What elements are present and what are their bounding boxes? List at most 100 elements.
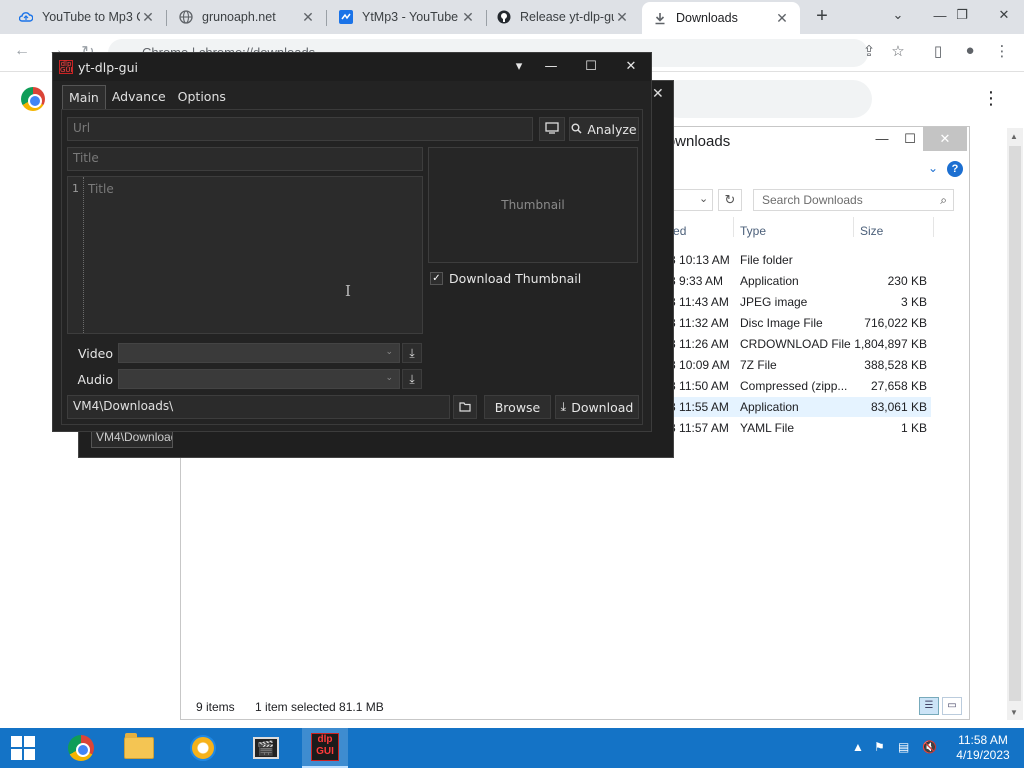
- close-tab-icon[interactable]: ✕: [774, 10, 790, 27]
- download-thumbnail-checkbox[interactable]: ✓ Download Thumbnail: [430, 271, 581, 286]
- back-arrow-icon[interactable]: ←: [10, 42, 34, 64]
- file-explorer-icon: [124, 733, 154, 759]
- system-clock[interactable]: 11:58 AM 4/19/2023: [950, 733, 1016, 763]
- video-format-select[interactable]: ⌄: [118, 343, 400, 363]
- column-header-size[interactable]: Size: [860, 224, 883, 238]
- chrome-menu-icon[interactable]: ⋮: [990, 42, 1014, 64]
- tab-release-yt-dlp-gui[interactable]: Release yt-dlp-gu ✕: [486, 0, 640, 34]
- scroll-up-icon[interactable]: ▲: [1010, 132, 1018, 141]
- browse-button[interactable]: Browse: [484, 395, 551, 419]
- download-video-button[interactable]: ⤓: [402, 343, 422, 363]
- bookmark-star-icon[interactable]: ☆: [886, 42, 910, 64]
- title-bar[interactable]: dlp GUI yt-dlp-gui ▾ — ☐ ✕: [53, 53, 651, 81]
- explorer-scrollbar[interactable]: ▲ ▼: [1007, 128, 1023, 720]
- close-tab-icon[interactable]: ✕: [460, 9, 476, 26]
- tab-grunoaph[interactable]: grunoaph.net ✕: [168, 0, 326, 34]
- details-view-icon[interactable]: ☰: [919, 697, 939, 715]
- file-size: 388,528 KB: [864, 358, 927, 372]
- open-folder-button[interactable]: [453, 395, 477, 419]
- close-icon[interactable]: ✕: [923, 127, 967, 151]
- scroll-down-icon[interactable]: ▼: [1010, 708, 1018, 717]
- tab-downloads[interactable]: Downloads ✕: [642, 2, 800, 34]
- tab-advance[interactable]: Advance: [106, 85, 172, 109]
- search-placeholder: Search Downloads: [762, 193, 863, 207]
- taskbar-video-editor[interactable]: 🎬: [243, 728, 289, 768]
- expand-ribbon-chevron-icon[interactable]: ⌄: [928, 161, 938, 175]
- title-input[interactable]: Title: [67, 147, 423, 171]
- file-row[interactable]: 2023 11:57 AM YAML File 1 KB: [647, 418, 931, 438]
- maximize-icon[interactable]: ☐: [579, 57, 603, 77]
- file-row[interactable]: 2023 11:26 AM CRDOWNLOAD File 1,804,897 …: [647, 334, 931, 354]
- close-tab-icon[interactable]: ✕: [140, 9, 156, 26]
- output-path-input[interactable]: VM4\Downloads\: [67, 395, 450, 419]
- close-window-icon[interactable]: ✕: [984, 0, 1024, 30]
- large-icons-view-icon[interactable]: ▭: [942, 697, 962, 715]
- maximize-icon[interactable]: ☐: [895, 127, 925, 151]
- show-hidden-icons-icon[interactable]: ▲: [852, 740, 864, 754]
- tab-search-chevron-icon[interactable]: ⌄: [878, 0, 918, 30]
- audio-format-select[interactable]: ⌄: [118, 369, 400, 389]
- share-icon[interactable]: ⇪: [857, 42, 881, 64]
- tab-title: Downloads: [676, 11, 738, 25]
- close-tab-icon[interactable]: ✕: [300, 9, 316, 26]
- editor-placeholder: Title: [88, 182, 114, 196]
- monitor-clipboard-button[interactable]: [539, 117, 565, 141]
- tab-bar: Main Advance Options: [62, 85, 232, 109]
- file-row[interactable]: 2023 11:43 AM JPEG image 3 KB: [647, 292, 931, 312]
- file-row[interactable]: 2023 11:32 AM Disc Image File 716,022 KB: [647, 313, 931, 333]
- tab-ytmp3[interactable]: YtMp3 - YouTube ✕: [328, 0, 486, 34]
- file-row[interactable]: 2023 10:13 AM File folder: [647, 250, 931, 270]
- close-icon[interactable]: ✕: [619, 57, 643, 77]
- checkmark-icon[interactable]: ✓: [430, 272, 443, 285]
- help-icon[interactable]: ?: [947, 161, 963, 177]
- file-row[interactable]: 2023 9:33 AM Application 230 KB: [647, 271, 931, 291]
- volume-muted-icon[interactable]: 🔇: [922, 740, 937, 754]
- dropdown-chevron-icon[interactable]: ▾: [507, 57, 531, 77]
- taskbar-vpn[interactable]: [180, 728, 226, 768]
- globe-icon: [178, 9, 194, 25]
- download-audio-button[interactable]: ⤓: [402, 369, 422, 389]
- column-divider[interactable]: [733, 217, 734, 237]
- network-icon[interactable]: ▤: [898, 740, 909, 754]
- file-row[interactable]: 2023 10:09 AM 7Z File 388,528 KB: [647, 355, 931, 375]
- tab-options[interactable]: Options: [172, 85, 232, 109]
- restore-icon[interactable]: ❐: [942, 0, 982, 30]
- download-label: Download: [571, 399, 634, 415]
- scrollbar-thumb[interactable]: [1009, 146, 1021, 701]
- url-input[interactable]: Url: [67, 117, 533, 141]
- column-divider[interactable]: [933, 217, 934, 237]
- minimize-icon[interactable]: —: [867, 127, 897, 151]
- column-header-type[interactable]: Type: [740, 224, 766, 238]
- browse-label: Browse: [494, 399, 541, 415]
- downloads-search-field[interactable]: [660, 80, 872, 118]
- minimize-icon[interactable]: —: [539, 57, 563, 77]
- analyze-button[interactable]: Analyze: [569, 117, 639, 141]
- new-tab-icon[interactable]: +: [811, 6, 833, 28]
- profile-avatar-icon[interactable]: ●: [958, 42, 982, 64]
- description-editor[interactable]: 1 Title: [67, 176, 423, 334]
- column-divider[interactable]: [853, 217, 854, 237]
- tab-youtube-to-mp3[interactable]: YouTube to Mp3 C ✕: [8, 0, 166, 34]
- chevron-down-icon: ⌄: [385, 347, 393, 357]
- tab-main[interactable]: Main: [62, 85, 106, 109]
- taskbar-yt-dlp-gui[interactable]: dlp GUI: [302, 728, 348, 768]
- close-tab-icon[interactable]: ✕: [614, 9, 630, 26]
- taskbar-chrome[interactable]: [58, 728, 104, 768]
- file-row[interactable]: 2023 11:50 AM Compressed (zipp... 27,658…: [647, 376, 931, 396]
- more-options-icon[interactable]: ⋮: [982, 88, 1000, 109]
- refresh-icon[interactable]: ↻: [718, 189, 742, 211]
- close-icon[interactable]: ✕: [652, 85, 664, 102]
- file-row-selected[interactable]: 2023 11:55 AM Application 83,061 KB: [647, 397, 931, 417]
- file-type: CRDOWNLOAD File: [740, 337, 851, 351]
- search-input[interactable]: Search Downloads ⌕: [753, 189, 954, 211]
- start-button[interactable]: [0, 728, 46, 768]
- taskbar-file-explorer[interactable]: [116, 728, 162, 768]
- chevron-down-icon[interactable]: ⌄: [699, 192, 708, 205]
- side-panel-icon[interactable]: ▯: [926, 42, 950, 64]
- download-button[interactable]: ⤓ Download: [555, 395, 639, 419]
- download-icon: [652, 10, 668, 26]
- tab-separator: [326, 10, 327, 26]
- status-selection: 1 item selected 81.1 MB: [255, 700, 384, 714]
- search-icon: [571, 122, 582, 137]
- action-center-flag-icon[interactable]: ⚑: [874, 740, 885, 754]
